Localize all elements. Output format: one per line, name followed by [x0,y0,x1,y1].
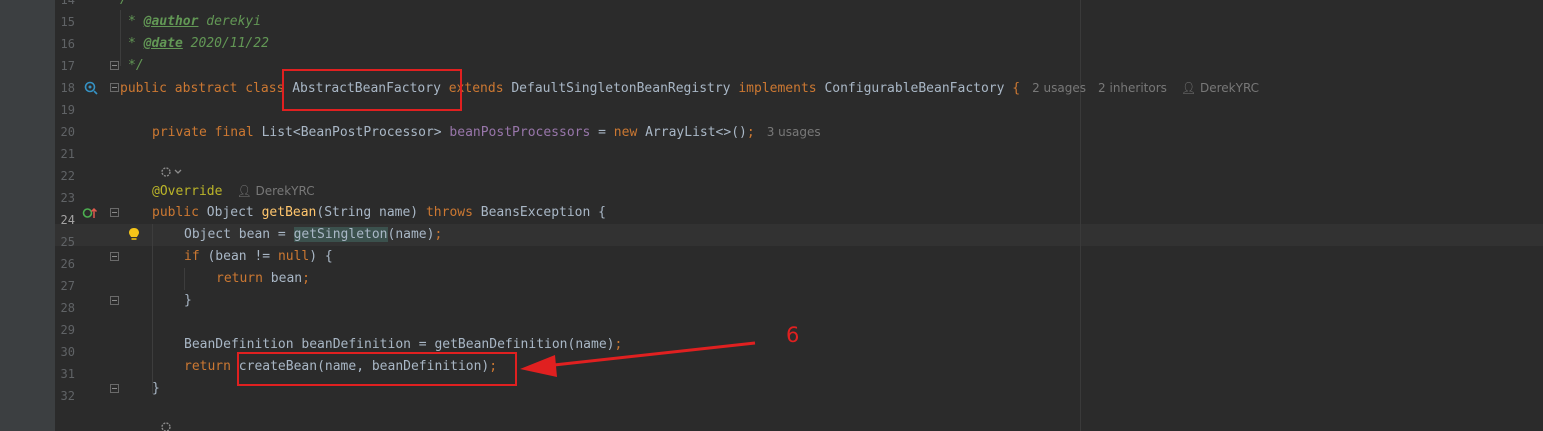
tool-window-strip [0,0,55,431]
inlay-settings-icon[interactable] [160,420,184,431]
line-number: 16 [60,37,75,51]
author-hint[interactable]: 👤︎ DerekYRC [1181,81,1259,95]
code-line-27[interactable]: } [184,290,192,312]
line-number: 18 [60,81,75,95]
highlight-box-classname [282,69,462,111]
code-line-22[interactable]: @Override 👤︎ DerekYRC [152,180,315,202]
annotation-label: 6 [786,323,800,347]
line-number: 20 [60,125,75,139]
line-number: 27 [60,279,75,293]
highlight-box-createbean [237,352,517,386]
line-number: 22 [60,169,75,183]
line-number: 24 [60,213,75,227]
code-line-17[interactable]: */ [128,55,144,77]
indent-guide [184,268,185,290]
indent-guide [120,10,121,66]
code-line-31[interactable]: } [152,378,160,400]
person-icon: 👤︎ [236,184,252,198]
fold-marker[interactable] [110,61,119,70]
code-line-15[interactable]: * @author derekyi [128,11,261,33]
line-number: 30 [60,345,75,359]
inlay-settings-icon[interactable] [160,165,184,179]
line-number: 14 [60,0,75,7]
line-number: 28 [60,301,75,315]
right-margin-guide [1080,0,1081,431]
code-line-14[interactable]: /** [120,0,143,11]
code-line-24[interactable]: Object bean = getSingleton(name); [184,224,442,246]
implementation-gutter-icon[interactable] [84,81,98,95]
code-line-20[interactable]: private final List<BeanPostProcessor> be… [152,121,821,143]
fold-marker[interactable] [110,83,119,92]
line-number: 15 [60,15,75,29]
fold-marker[interactable] [110,208,119,217]
person-icon: 👤︎ [1180,81,1197,95]
line-number: 21 [60,147,75,161]
code-line-16[interactable]: * @date 2020/11/22 [128,33,269,55]
fold-marker[interactable] [110,296,119,305]
code-line-25[interactable]: if (bean != null) { [184,246,333,268]
line-number: 32 [60,389,75,403]
line-number: 23 [60,191,75,205]
usages-hint[interactable]: 2 usages [1032,81,1086,95]
author-hint[interactable]: 👤︎ DerekYRC [236,184,314,198]
intention-bulb-icon[interactable] [127,227,141,243]
line-number: 26 [60,257,75,271]
code-line-23[interactable]: public Object getBean(String name) throw… [152,202,606,224]
code-line-26[interactable]: return bean; [216,268,310,290]
inheritors-hint[interactable]: 2 inheritors [1098,81,1167,95]
fold-marker[interactable] [110,384,119,393]
usages-hint[interactable]: 3 usages [767,125,821,139]
line-number: 19 [60,103,75,117]
annotation-arrow [520,341,756,377]
override-gutter-icon[interactable] [82,206,98,220]
fold-marker[interactable] [110,252,119,261]
line-number: 31 [60,367,75,381]
indent-guide [152,224,153,394]
line-number: 29 [60,323,75,337]
line-number: 17 [60,59,75,73]
line-number: 25 [60,235,75,249]
